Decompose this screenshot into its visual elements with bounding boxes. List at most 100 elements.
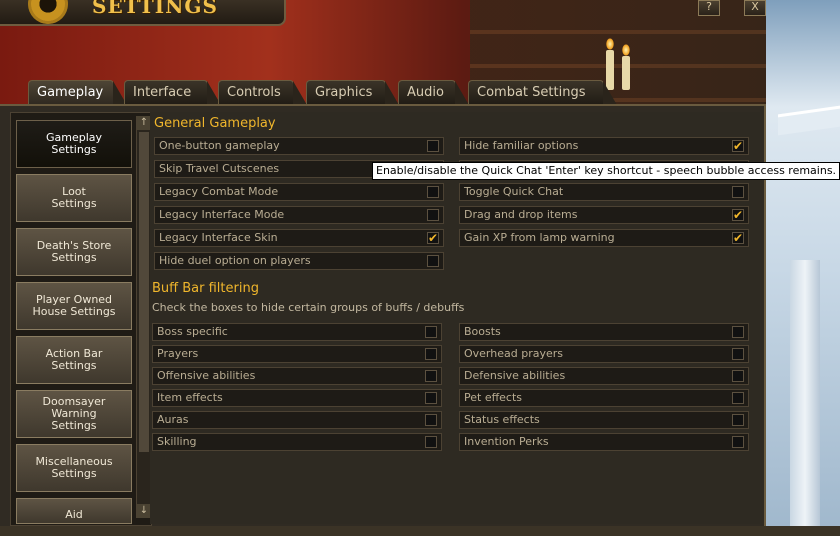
tab-graphics[interactable]: Graphics [306,80,399,105]
sidebar-item-doomsayer-settings[interactable]: Doomsayer Warning Settings [16,390,132,438]
sidebar-item-aid[interactable]: Aid [16,498,132,524]
option-drag-and-drop-items[interactable]: Drag and drop items ✔ [459,206,749,224]
buff-option-offensive-abilities[interactable]: Offensive abilities [152,367,442,385]
section-title-buff-bar: Buff Bar filtering [152,281,259,296]
checkbox[interactable] [425,414,437,426]
checkmark-icon: ✔ [733,231,744,245]
buff-option-pet-effects[interactable]: Pet effects [459,389,749,407]
option-label: Legacy Combat Mode [159,185,279,198]
scroll-up-icon[interactable]: ↑ [137,116,151,130]
checkbox[interactable] [425,326,437,338]
action-bar-strip [0,526,840,536]
option-legacy-interface-skin[interactable]: Legacy Interface Skin ✔ [154,229,444,247]
tooltip: Enable/disable the Quick Chat 'Enter' ke… [372,162,840,180]
checkbox[interactable]: ✔ [732,139,744,153]
buff-option-overhead-prayers[interactable]: Overhead prayers [459,345,749,363]
checkmark-icon: ✔ [733,139,744,153]
option-label: Item effects [157,391,223,404]
option-label: Boss specific [157,325,228,338]
checkbox[interactable] [425,370,437,382]
checkbox[interactable] [732,348,744,360]
checkbox[interactable] [732,436,744,448]
option-label: Gain XP from lamp warning [464,231,615,244]
checkbox[interactable] [732,392,744,404]
option-hide-familiar-options[interactable]: Hide familiar options ✔ [459,137,749,155]
checkmark-icon: ✔ [733,208,744,222]
checkbox[interactable] [732,370,744,382]
gear-icon [28,0,68,24]
buff-option-boss-specific[interactable]: Boss specific [152,323,442,341]
title-plate: SETTINGS [0,0,286,26]
option-label: Legacy Interface Mode [159,208,285,221]
buff-option-boosts[interactable]: Boosts [459,323,749,341]
checkmark-icon: ✔ [428,231,439,245]
option-label: Status effects [464,413,540,426]
window-title: SETTINGS [92,0,218,18]
tab-combat-settings[interactable]: Combat Settings [468,80,617,105]
option-label: Skip Travel Cutscenes [159,162,280,175]
tab-gameplay[interactable]: Gameplay [28,80,127,106]
checkbox[interactable] [427,209,439,221]
option-legacy-interface-mode[interactable]: Legacy Interface Mode [154,206,444,224]
option-label: Toggle Quick Chat [464,185,564,198]
checkbox[interactable] [427,255,439,267]
sidebar-scrollbar[interactable]: ↑ ↓ [136,116,151,518]
option-label: Auras [157,413,189,426]
sidebar-item-gameplay-settings[interactable]: Gameplay Settings [16,120,132,168]
option-toggle-quick-chat[interactable]: Toggle Quick Chat [459,183,749,201]
checkbox[interactable] [425,348,437,360]
checkbox[interactable]: ✔ [732,208,744,222]
candle-flame [622,44,630,56]
buff-option-skilling[interactable]: Skilling [152,433,442,451]
option-label: Prayers [157,347,199,360]
checkbox[interactable] [732,414,744,426]
option-hide-duel-option[interactable]: Hide duel option on players [154,252,444,270]
option-label: Drag and drop items [464,208,578,221]
option-label: Hide familiar options [464,139,579,152]
option-gain-xp-lamp-warning[interactable]: Gain XP from lamp warning ✔ [459,229,749,247]
scroll-thumb[interactable] [139,132,149,452]
sidebar-item-poh-settings[interactable]: Player Owned House Settings [16,282,132,330]
close-button[interactable]: X [744,0,766,16]
option-label: One-button gameplay [159,139,280,152]
option-label: Legacy Interface Skin [159,231,278,244]
buff-option-defensive-abilities[interactable]: Defensive abilities [459,367,749,385]
buff-option-prayers[interactable]: Prayers [152,345,442,363]
option-label: Pet effects [464,391,523,404]
buff-option-status-effects[interactable]: Status effects [459,411,749,429]
tab-controls[interactable]: Controls [218,80,307,105]
buff-option-invention-perks[interactable]: Invention Perks [459,433,749,451]
sidebar-item-action-bar-settings[interactable]: Action Bar Settings [16,336,132,384]
sidebar-item-loot-settings[interactable]: Loot Settings [16,174,132,222]
option-label: Defensive abilities [464,369,566,382]
option-label: Hide duel option on players [159,254,311,267]
option-legacy-combat-mode[interactable]: Legacy Combat Mode [154,183,444,201]
tab-interface[interactable]: Interface [124,80,221,105]
checkbox[interactable]: ✔ [427,231,439,245]
option-label: Offensive abilities [157,369,256,382]
checkbox[interactable] [425,392,437,404]
section-description-buff-bar: Check the boxes to hide certain groups o… [152,301,465,314]
checkbox[interactable] [732,326,744,338]
option-label: Skilling [157,435,197,448]
section-title-general: General Gameplay [154,116,276,131]
option-label: Boosts [464,325,501,338]
checkbox[interactable] [732,186,744,198]
buff-option-auras[interactable]: Auras [152,411,442,429]
checkbox[interactable] [425,436,437,448]
checkbox[interactable]: ✔ [732,231,744,245]
candle [622,56,630,90]
option-label: Overhead prayers [464,347,563,360]
checkbox[interactable] [427,186,439,198]
option-one-button-gameplay[interactable]: One-button gameplay [154,137,444,155]
candle-flame [606,38,614,50]
buff-option-item-effects[interactable]: Item effects [152,389,442,407]
option-label: Invention Perks [464,435,549,448]
sidebar-item-deaths-store-settings[interactable]: Death's Store Settings [16,228,132,276]
ice-tower [790,260,820,536]
checkbox[interactable] [427,140,439,152]
scroll-down-icon[interactable]: ↓ [137,504,151,518]
tab-audio[interactable]: Audio [398,80,469,105]
help-button[interactable]: ? [698,0,720,16]
sidebar-item-miscellaneous-settings[interactable]: Miscellaneous Settings [16,444,132,492]
